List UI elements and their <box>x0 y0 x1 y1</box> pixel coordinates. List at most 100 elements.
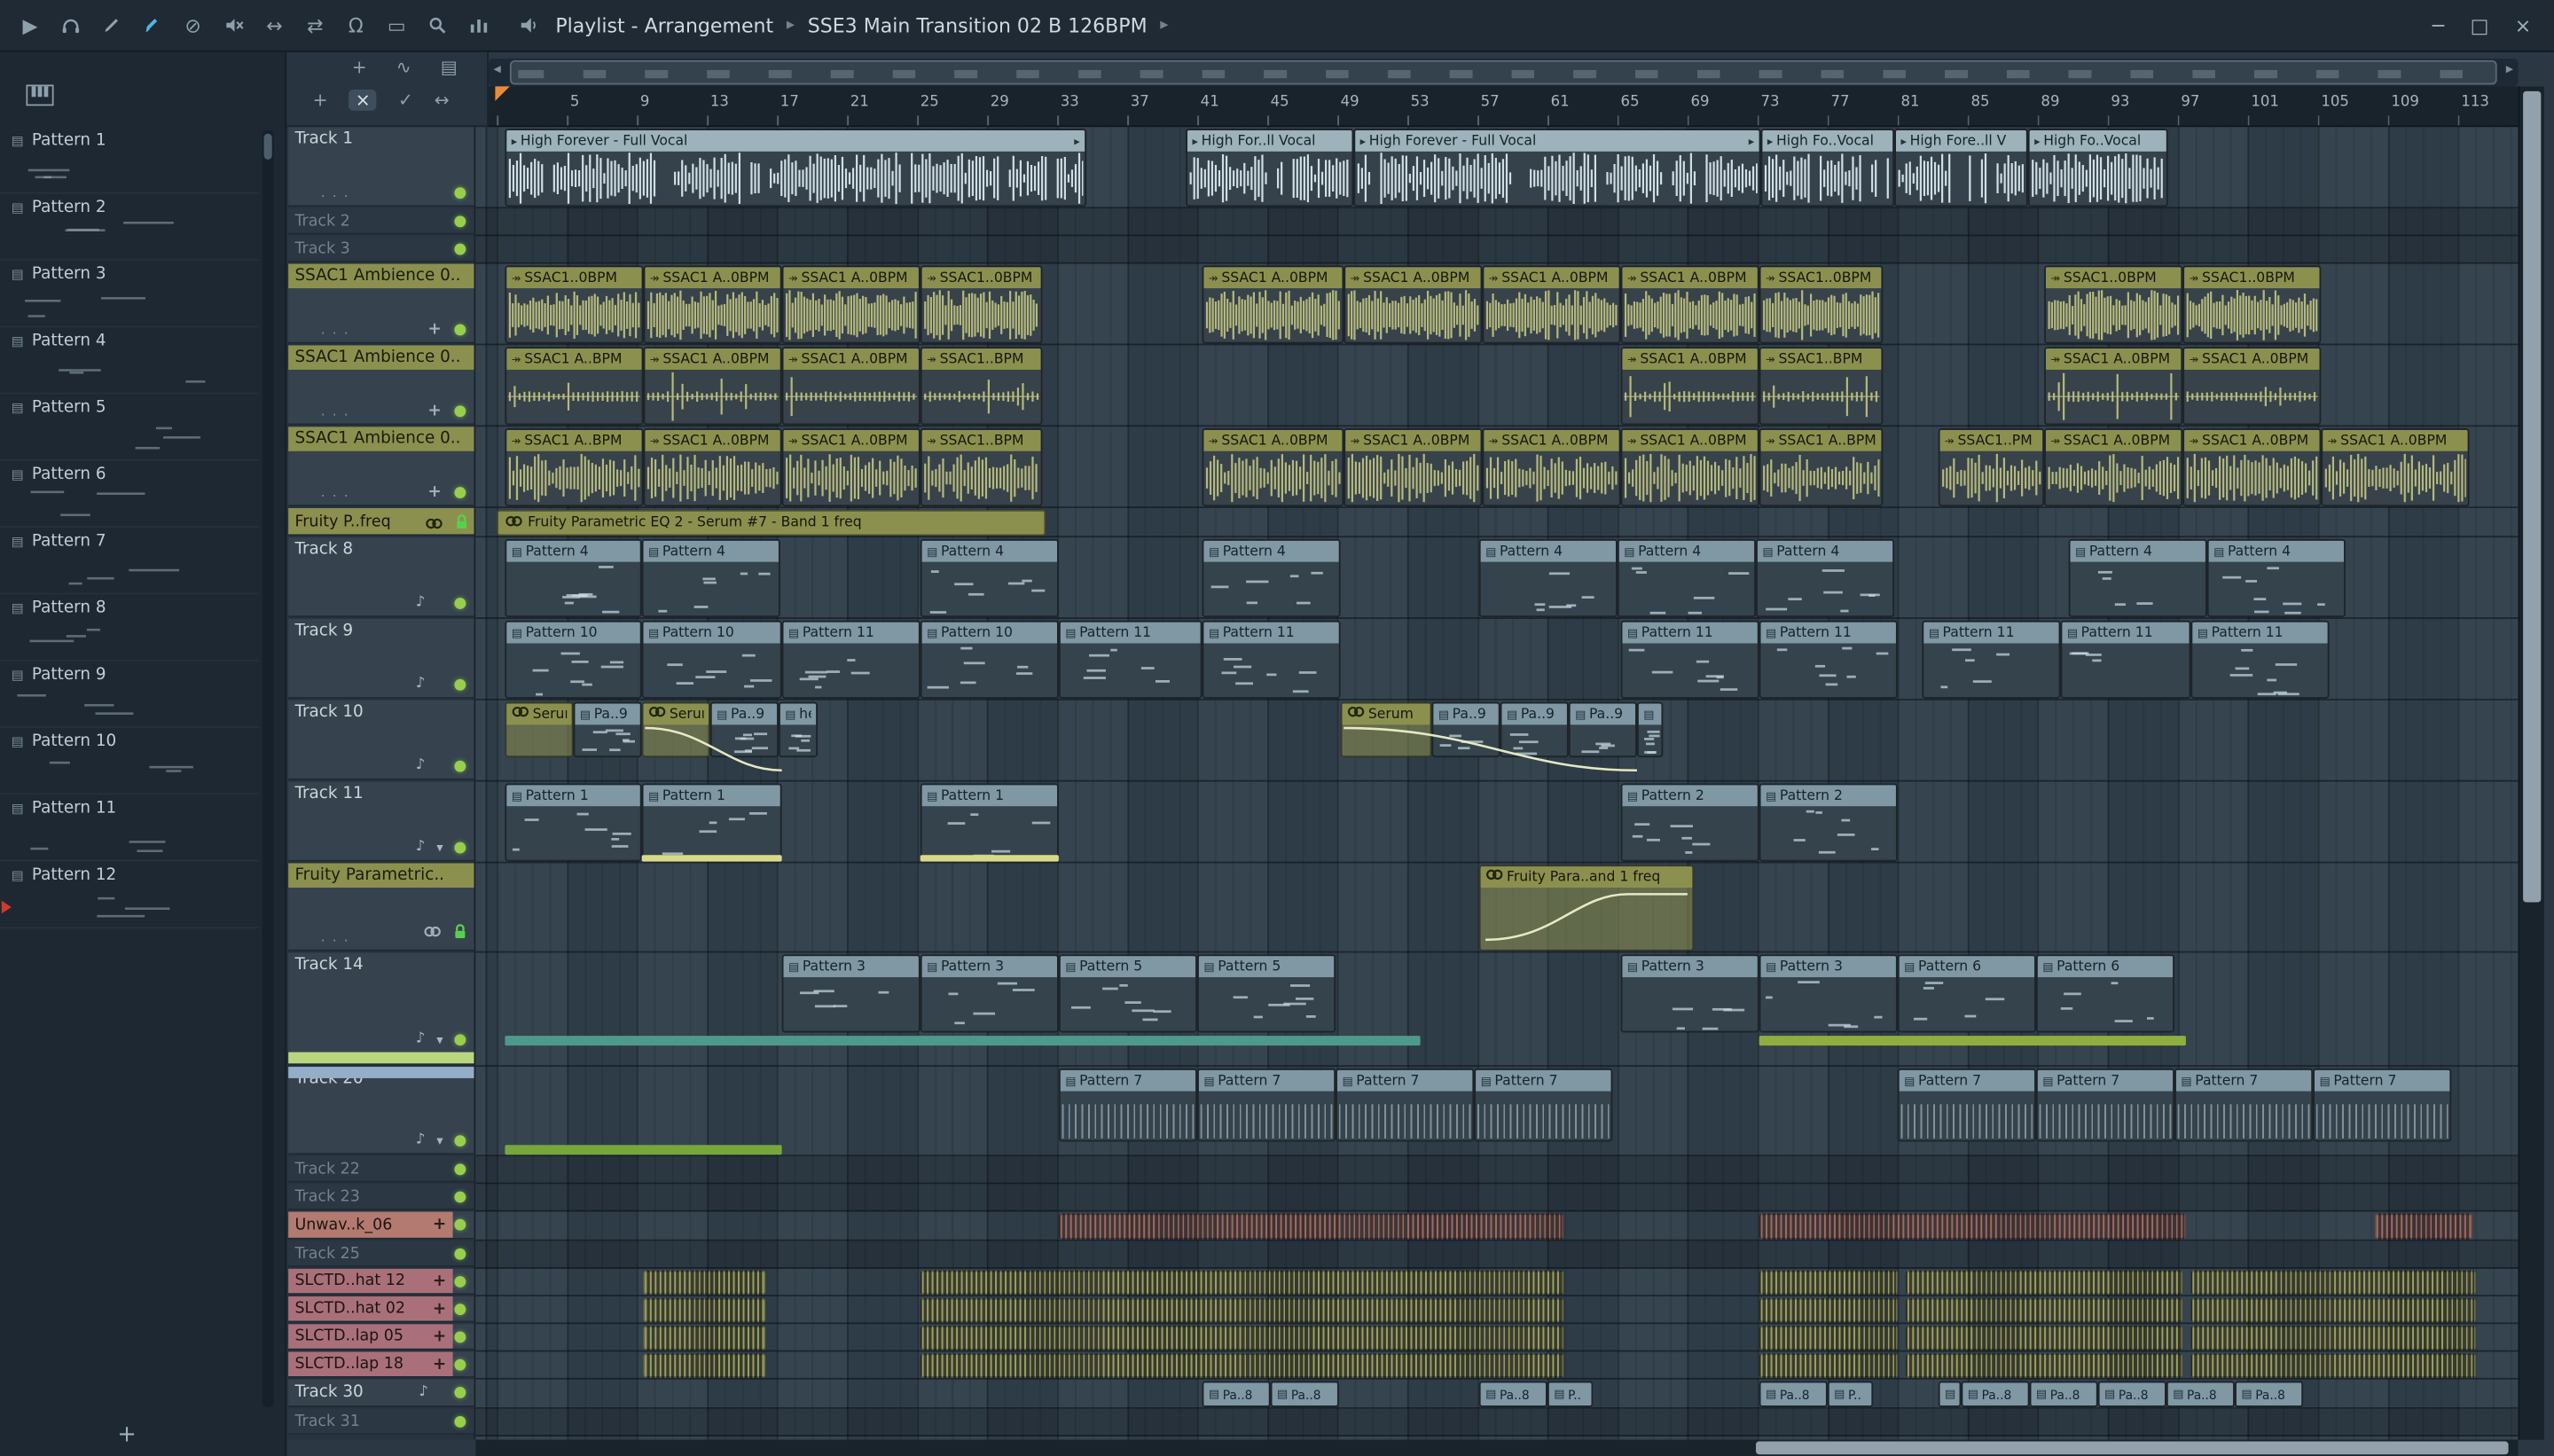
stem-clip[interactable] <box>1905 1297 2183 1323</box>
pattern-list-item[interactable]: ▤ Pattern 3 <box>0 261 260 328</box>
pattern-clip[interactable]: ▤ Pattern 10 <box>920 620 1059 699</box>
pattern-list-item[interactable]: ▤ Pattern 10 <box>0 728 260 795</box>
pattern-clip[interactable]: ▤ Pa..9 <box>709 701 779 758</box>
clip-strip[interactable] <box>505 1036 1421 1046</box>
audio-clip[interactable]: ↠ SSAC1 A..0BPM <box>781 265 921 344</box>
led-indicator[interactable] <box>454 1415 466 1427</box>
pattern-clip[interactable]: ▤ Pattern 11 <box>2060 620 2191 699</box>
automation-clip[interactable]: Fruity Parametric EQ 2 - Serum #7 - Band… <box>497 509 1046 536</box>
audio-clip[interactable]: ↠ SSAC1 A..0BPM <box>2321 428 2470 507</box>
move-icon[interactable]: + <box>427 321 441 339</box>
stem-clip[interactable] <box>1905 1270 2183 1296</box>
track-lane[interactable]: ▤ Pa..8 ▤ Pa..8 ▤ Pa..8 ▤ P.. ▤ Pa..8 ▤ P.. ▤ ▤ Pa..8 ▤… <box>475 1380 2519 1409</box>
pattern-clip[interactable]: ▤ Pattern 2 <box>1620 783 1759 862</box>
stem-clip[interactable] <box>643 1270 766 1296</box>
led-indicator[interactable] <box>454 842 466 854</box>
pattern-clip[interactable]: ▤ Pattern 11 <box>1202 620 1341 699</box>
check-tool-button[interactable]: ✓ <box>398 90 413 111</box>
stem-clip[interactable] <box>2190 1270 2476 1296</box>
stem-clip[interactable] <box>1759 1353 1898 1378</box>
track-lane[interactable] <box>475 236 2519 264</box>
audio-clip[interactable]: ↠ SSAC1 A..0BPM <box>1202 265 1344 344</box>
track-lane[interactable]: ▤ Pattern 10 ▤ Pattern 10 ▤ Pattern 11 ▤ Patter… <box>475 619 2519 701</box>
pattern-clip[interactable]: ▤ Pattern 5 <box>1196 954 1336 1033</box>
track-lane[interactable] <box>475 1408 2519 1436</box>
audio-clip[interactable]: ▸ High Forever - Full Vocal ▸ <box>505 129 1087 207</box>
note-icon[interactable]: ♪ <box>416 757 426 773</box>
pattern-clip[interactable]: ▤ Pattern 3 <box>1759 954 1898 1033</box>
add-pattern-button[interactable]: + <box>117 1421 137 1447</box>
stem-clip[interactable] <box>920 1326 1564 1350</box>
led-indicator[interactable] <box>454 215 466 227</box>
speaker-icon[interactable] <box>512 9 546 42</box>
move-icon[interactable]: + <box>433 1327 446 1345</box>
pattern-clip[interactable]: ▤ Pattern 3 <box>1620 954 1759 1033</box>
pattern-clip[interactable]: ▤ Pattern 4 <box>1617 538 1756 618</box>
track-header[interactable]: Fruity P..freq <box>288 508 474 536</box>
audio-clip[interactable]: ▸ High Fore..ll V <box>1894 129 2028 207</box>
slip-tool-icon[interactable]: ↔ <box>257 9 292 42</box>
track-header[interactable]: SLCTD..hat 02 + <box>288 1296 474 1323</box>
scroll-left-icon[interactable]: ◂ <box>494 62 501 78</box>
pattern-clip[interactable]: ▤ Pattern 4 <box>920 538 1059 618</box>
pattern-clip[interactable]: ▤ <box>1938 1381 1962 1407</box>
led-indicator[interactable] <box>454 1190 466 1202</box>
playhead-marker[interactable] <box>495 86 510 101</box>
pattern-clip[interactable]: ▤ Pattern 7 <box>2035 1068 2175 1142</box>
audio-clip[interactable]: ↠ SSAC1 A..0BPM <box>1482 428 1621 507</box>
pattern-clip[interactable]: ▤ Pa..8 <box>2234 1381 2304 1407</box>
track-header[interactable]: Track 31 <box>288 1408 474 1436</box>
led-indicator[interactable] <box>454 1162 466 1175</box>
stem-clip[interactable] <box>643 1326 766 1350</box>
automation-clip[interactable]: Serum <box>1340 701 1432 758</box>
led-indicator[interactable] <box>454 1218 466 1231</box>
pattern-list-item[interactable]: ▤ Pattern 9 <box>0 661 260 729</box>
pattern-clip[interactable]: ▤ Pattern 11 <box>1058 620 1203 699</box>
track-header[interactable]: SLCTD..lap 18 + <box>288 1351 474 1378</box>
track-lane[interactable]: ↠ SSAC1 A..BPM ↠ SSAC1 A..0BPM ↠ SSAC1 A..0BP… <box>475 345 2519 427</box>
stem-clip[interactable] <box>643 1297 766 1323</box>
audio-clip[interactable]: ↠ SSAC1 A..BPM <box>505 428 644 507</box>
audio-clip[interactable]: ↠ SSAC1 A..0BPM <box>1620 265 1759 344</box>
lock-icon[interactable] <box>453 915 468 946</box>
scroll-right-icon[interactable]: ▸ <box>2506 62 2513 78</box>
stem-clip[interactable] <box>2190 1326 2476 1350</box>
audio-clip[interactable]: ↠ SSAC1 A..0BPM <box>1344 428 1483 507</box>
horizontal-scroll-thumb[interactable] <box>1755 1441 2509 1455</box>
stem-clip[interactable] <box>643 1353 766 1378</box>
pattern-clip[interactable]: ▤ Pattern 7 <box>1336 1068 1475 1142</box>
pattern-list-item[interactable]: ▤ Pattern 4 <box>0 327 260 395</box>
slide-tool-icon[interactable]: ∿ <box>396 57 411 78</box>
pattern-clip[interactable]: ▤ P.. <box>1827 1381 1874 1407</box>
track-lane[interactable] <box>475 1184 2519 1212</box>
audio-clip[interactable]: ↠ SSAC1 A..0BPM <box>1202 428 1344 507</box>
paint-tool-icon[interactable] <box>135 9 169 42</box>
pattern-clip[interactable]: ▤ Pattern 1 <box>641 783 782 862</box>
track-lane[interactable]: ↠ SSAC1..0BPM ↠ SSAC1 A..0BPM ↠ SSAC1 A..0BPM… <box>475 264 2519 346</box>
move-icon[interactable]: + <box>433 1216 446 1233</box>
audio-clip[interactable]: ↠ SSAC1 A..0BPM <box>643 428 782 507</box>
stem-clip[interactable] <box>920 1353 1564 1378</box>
track-header[interactable]: Track 25 <box>288 1241 474 1267</box>
pattern-clip[interactable]: ▤ Pattern 4 <box>641 538 780 618</box>
pattern-clip[interactable]: ▤ Pattern 4 <box>2206 538 2346 618</box>
track-header[interactable]: Fruity Parametric.. . . . <box>288 863 474 951</box>
audio-clip[interactable]: ↠ SSAC1..BPM <box>1759 347 1884 426</box>
track-lane[interactable]: ▤ Pattern 3 ▤ Pattern 3 ▤ Pattern 5 ▤ Pattern 5… <box>475 952 2519 1068</box>
automation-clip[interactable]: Serum <box>641 701 710 758</box>
pattern-clip[interactable]: ▤ Pattern 4 <box>1478 538 1618 618</box>
track-lane[interactable]: ▤ Pattern 1 ▤ Pattern 1 ▤ Pattern 1 ▤ Pattern 2… <box>475 782 2519 864</box>
pattern-clip[interactable]: ▤ Pattern 4 <box>1755 538 1895 618</box>
pattern-clip[interactable]: ▤ Pattern 4 <box>505 538 642 618</box>
headphones-icon[interactable] <box>54 9 89 42</box>
note-icon[interactable]: ♪ <box>416 676 426 692</box>
pattern-clip[interactable]: ▤ Pattern 10 <box>641 620 782 699</box>
track-lane[interactable]: ▸ High Forever - Full Vocal ▸ ▸ High For..ll… <box>475 127 2519 209</box>
audio-clip[interactable]: ↠ SSAC1 A..0BPM <box>2044 428 2183 507</box>
audio-clip[interactable]: ↠ SSAC1..0BPM <box>920 265 1043 344</box>
pattern-clip[interactable]: ▤ Pattern 6 <box>1897 954 2036 1033</box>
led-indicator[interactable] <box>454 678 466 691</box>
playlist-grid[interactable]: ▸ High Forever - Full Vocal ▸ ▸ High For..ll… <box>475 127 2519 1440</box>
pattern-clip[interactable]: ▤ Pattern 7 <box>1058 1068 1197 1142</box>
led-indicator[interactable] <box>454 487 466 499</box>
